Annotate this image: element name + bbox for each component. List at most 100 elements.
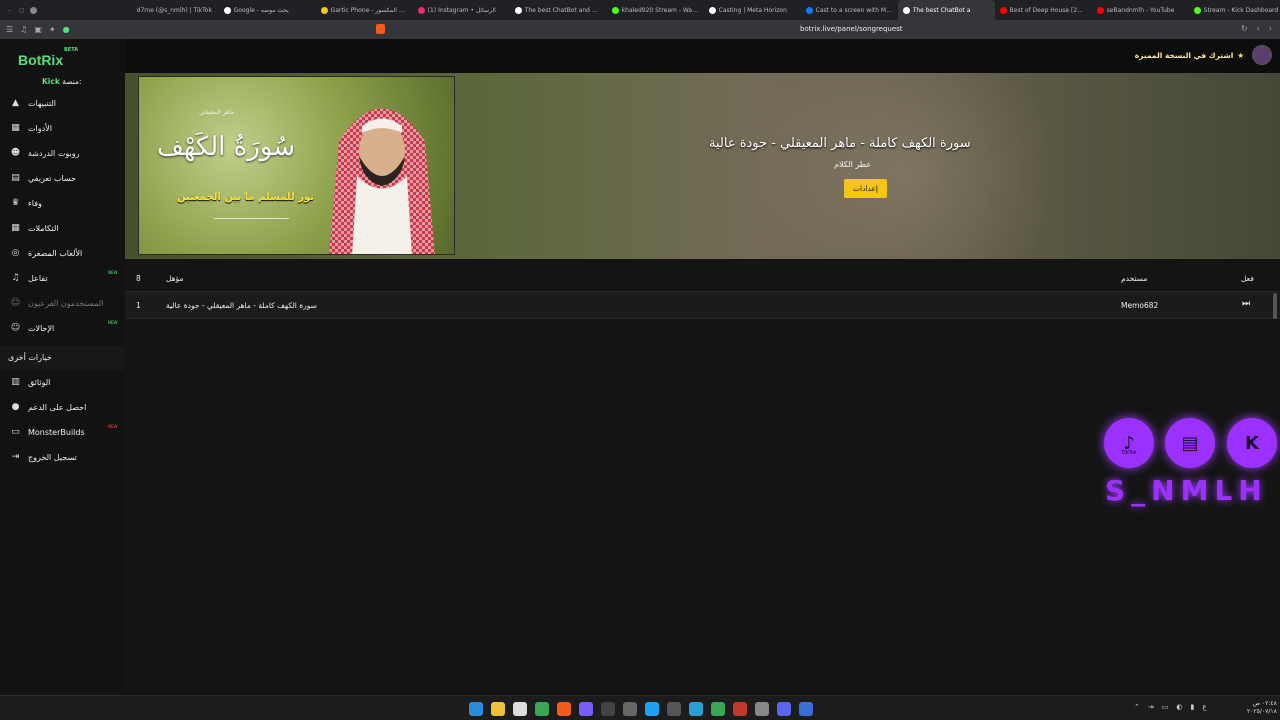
tab-favicon-icon [805,6,813,14]
browser-tab[interactable]: Cast to a screen with Meta [801,0,898,20]
tab-title: Best of Deep House [2025] [1009,6,1087,14]
browser-tab[interactable]: The best ChatBot and Widgets [510,0,607,20]
media-icon[interactable] [733,702,747,716]
windows-start-icon[interactable] [469,702,483,716]
calendar-icon[interactable] [513,702,527,716]
tray-chevron-icon[interactable]: ⌃ [1134,703,1140,711]
browser-tab[interactable]: (1) Instagram • الرسائل [413,0,510,20]
referral-icon: ☺ [10,323,21,333]
url-field[interactable]: botrix.live/panel/songrequest [800,25,903,33]
settings-app-icon[interactable] [623,702,637,716]
browser-tab[interactable]: Gartic Phone - الهاتف المكسور [316,0,413,20]
sidebar-item[interactable]: ▲ التنبيهات [0,92,125,114]
tab-title: Gartic Phone - الهاتف المكسور [330,6,408,14]
sidebar-item[interactable]: ▤ حساب تعريفي [0,167,125,189]
sidebar-item[interactable]: ☻ روبوت الدردشة [0,142,125,164]
scrollbar[interactable] [1273,293,1277,319]
premium-button[interactable]: اشترك في النسخة المميزة ★ [1135,51,1244,60]
obs-icon[interactable] [601,702,615,716]
warning-icon: ▲ [12,98,19,108]
sidebar-item-label: التكاملات [28,223,59,233]
sidebar-item-label: وفاء [28,198,42,208]
table-row[interactable]: 1 سورة الكهف كاملة - ماهر المعيقلي - جودة… [125,292,1280,319]
sidebar-item[interactable]: ♫ تفاعل NEW [0,267,125,289]
gamepad-icon: ◎ [11,248,20,258]
sidebar-item[interactable]: ☺ الإحالات NEW [0,317,125,339]
discord-icon[interactable] [579,702,593,716]
sidebar-item[interactable]: ▭ MonsterBuilds NEW [0,421,125,443]
row-index: 1 [136,301,141,310]
sidebar-item[interactable]: ♛ وفاء [0,192,125,214]
reload-icon[interactable]: ↻ [1241,24,1248,33]
file-explorer-icon[interactable] [491,702,505,716]
back-icon[interactable]: ‹ [1257,24,1260,33]
telegram-icon[interactable] [689,702,703,716]
new-badge: NEW [108,270,118,275]
botrix-logo[interactable]: BotRix [18,52,63,68]
music-icon[interactable]: ♫ [20,25,27,34]
taskbar-clock[interactable]: ٠٢:٤٨ ص ٢٠٢٥/٠٧/١٨ [1247,700,1277,716]
language-icon[interactable]: ع [1202,703,1206,711]
window-icon[interactable]: ▣ [34,25,42,34]
tab-favicon-icon [708,6,716,14]
sidebar-item[interactable]: ▥ الوثائق [0,371,125,393]
chatgpt-icon[interactable] [755,702,769,716]
settings-button[interactable]: إعدادات [844,179,887,198]
sidebar-item: ☺ المستخدمون الفرعيون [0,292,125,314]
forward-icon[interactable]: › [1269,24,1272,33]
song-queue-table: 8 مؤهل مستخدم فعل 1 سورة الكهف كاملة - ما… [125,265,1280,319]
sidebar-item[interactable]: ⇥ تسجيل الخروج [0,446,125,468]
browser-tab[interactable]: d7me (@s_nmlh) | TikTok [122,0,219,20]
overlay-name: S_NMLH [1105,474,1268,507]
browser-tab[interactable]: Casting | Meta Horizon [704,0,801,20]
docs-icon: ▥ [11,377,20,387]
sidebar-item-label: روبوت الدردشة [28,148,80,158]
video-thumbnail: ماهر المعيقلي سُورَةُ الكَهْف نور للمسلم… [138,76,455,255]
tools-icon: ▦ [11,123,20,133]
tab-favicon-icon [902,6,910,14]
shield-icon[interactable]: ● [63,25,70,34]
app2-icon[interactable] [799,702,813,716]
tiktok-label: TikTok [1121,450,1137,456]
store-icon[interactable] [645,702,659,716]
browser-tab[interactable]: Stream - Kick Dashboard [1189,0,1280,20]
tab-favicon-icon [1096,6,1104,14]
premium-label: اشترك في النسخة المميزة [1134,51,1234,60]
browser-tab[interactable] [25,0,122,20]
skip-icon[interactable]: ⏭ [1242,299,1250,309]
minimize-icon[interactable]: – [8,7,11,14]
vpn-icon[interactable] [711,702,725,716]
sidebar-item[interactable]: ▦ الأدوات [0,117,125,139]
trophy-icon: ♛ [11,198,20,208]
browser-tab[interactable]: Best of Deep House [2025] [995,0,1092,20]
menu-icon[interactable]: ☰ [6,25,13,34]
app-icon[interactable] [777,702,791,716]
browser-tab[interactable]: Google - بحث موضه [219,0,316,20]
battery-icon[interactable]: ▮ [1190,703,1194,711]
users-icon: ☺ [10,298,21,308]
beta-badge: BETA [64,47,79,53]
stream-overlay: ♪ TikTok ▤ K S_NMLH [1102,418,1280,518]
volume-icon[interactable]: ◐ [1176,703,1182,711]
avatar[interactable] [1252,45,1272,65]
thumb-caption-top: ماهر المعيقلي [199,109,235,116]
monitor-icon: ▭ [11,427,20,437]
sidebar-item[interactable]: ◎ الألعاب المصغرة [0,242,125,264]
brave-shield-icon[interactable] [376,24,385,34]
banner-backdrop [725,73,1085,259]
browser-tab[interactable]: The best ChatBot a [897,0,995,20]
sidebar-item[interactable]: ● احصل على الدعم [0,396,125,418]
tab-favicon-icon [417,6,425,14]
sidebar-item[interactable]: ▦ التكاملات [0,217,125,239]
tab-title: Cast to a screen with Meta [815,6,893,14]
excel-icon[interactable] [535,702,549,716]
wifi-icon[interactable]: ▭ [1162,703,1169,711]
top-bar: اشترك في النسخة المميزة ★ [125,39,1280,73]
extensions-icon[interactable]: ✦ [49,25,56,34]
brave-browser-icon[interactable] [557,702,571,716]
usb-icon[interactable]: ⇥ [1148,703,1154,711]
capture-icon[interactable] [667,702,681,716]
row-user: Memo682 [1121,301,1159,310]
browser-tab[interactable]: seBandnmlh - YouTube [1092,0,1189,20]
browser-tab[interactable]: khaled920 Stream - Watch [607,0,704,20]
